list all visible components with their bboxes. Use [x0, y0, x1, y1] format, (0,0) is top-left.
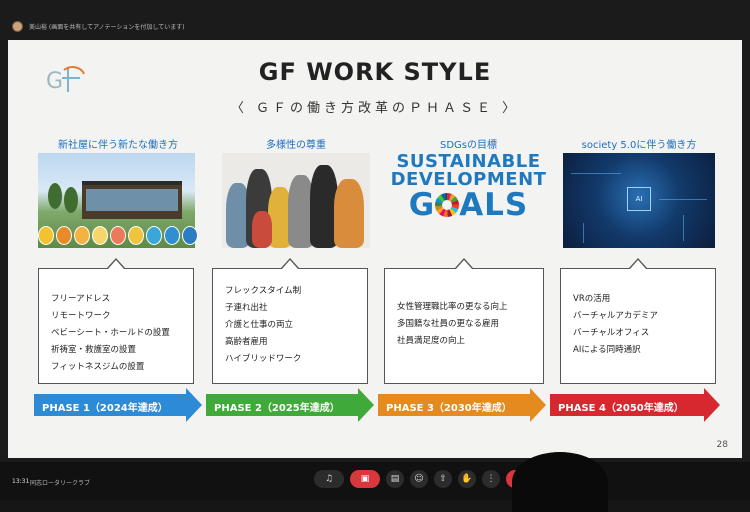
- camera-toggle[interactable]: ▣: [350, 470, 380, 488]
- phase-2-tip: [358, 388, 374, 422]
- sdgs-logo: SUSTAINABLE DEVELOPMENT G ALS: [386, 153, 551, 248]
- slide-title: GF WORK STYLE: [258, 58, 492, 86]
- slide-subtitle: 〈 ＧＦの働き方改革のＰＨＡＳＥ 〉: [230, 101, 520, 116]
- society5-photo: AI: [563, 153, 715, 248]
- circuit-line: [659, 199, 707, 200]
- list-item: 介護と仕事の両立: [225, 320, 294, 330]
- list-item: フィットネスジムの設置: [51, 362, 145, 372]
- list-item: 子連れ出社: [225, 303, 268, 313]
- clock: 13:31: [12, 478, 30, 485]
- list-item: 社員満足度の向上: [397, 336, 466, 346]
- emoji-icon: ☺: [414, 474, 424, 484]
- column-3-heading: SDGsの目標: [439, 140, 497, 151]
- column-1-heading: 新社屋に伴う新たな働き方: [58, 140, 178, 151]
- list-item: 高齢者雇用: [225, 337, 268, 347]
- mic-toggle[interactable]: ♫: [314, 470, 344, 488]
- column-2-heading-wrap: 多様性の尊重: [222, 136, 370, 151]
- list-item: ハイブリッドワーク: [225, 354, 302, 364]
- facility-icons: [38, 226, 198, 248]
- tree-shape: [64, 187, 78, 213]
- child-figure: [252, 211, 272, 248]
- column-4-heading: society 5.0に伴う働き方: [581, 140, 697, 151]
- column-4-heading-wrap: society 5.0に伴う働き方: [563, 136, 715, 151]
- facility-icon: [110, 226, 126, 245]
- phase-1-tip: [186, 388, 202, 422]
- list-item: フリーアドレス: [51, 294, 111, 304]
- facility-icon: [38, 226, 54, 245]
- phase-4-arrow: PHASE 4（2050年達成）: [550, 388, 720, 422]
- diverse-people-photo: [222, 153, 370, 248]
- presenter-caption: 美山裕 (画面を共有してアノテーションを付加しています): [29, 23, 185, 31]
- circuit-line: [571, 173, 621, 174]
- shared-slide: G GF WORK STYLE 〈 ＧＦの働き方改革のＰＨＡＳＥ 〉 新社屋に伴…: [8, 40, 742, 458]
- phase-3-arrow: PHASE 3（2030年達成）: [378, 388, 546, 422]
- more-options-button[interactable]: ⋮: [482, 470, 500, 488]
- more-icon: ⋮: [486, 474, 496, 484]
- tree-shape: [48, 183, 62, 209]
- list-item: バーチャルアカデミア: [573, 311, 658, 321]
- list-item: フレックスタイム制: [225, 286, 302, 296]
- column-2-list: フレックスタイム制 子連れ出社 介護と仕事の両立 高齢者雇用 ハイブリッドワーク: [225, 283, 301, 368]
- share-icon: ⇧: [439, 474, 447, 484]
- page-number: 28: [716, 440, 728, 450]
- mic-icon: ♫: [324, 474, 334, 484]
- circuit-line: [683, 215, 684, 241]
- phase-3-tip: [530, 388, 546, 422]
- captions-icon: ▤: [390, 474, 400, 484]
- phase-2-arrow: PHASE 2（2025年達成）: [206, 388, 374, 422]
- hand-icon: ✋: [461, 474, 473, 484]
- phase-3-label: PHASE 3（2030年達成）: [386, 403, 512, 414]
- column-1-heading-wrap: 新社屋に伴う新たな働き方: [38, 136, 198, 151]
- facility-icon: [182, 226, 198, 245]
- sdgs-line-3: G ALS: [386, 189, 551, 222]
- captions-button[interactable]: ▤: [386, 470, 404, 488]
- column-4-box: VRの活用 バーチャルアカデミア バーチャルオフィス AIによる同時通訳: [560, 258, 716, 384]
- facility-icon: [56, 226, 72, 245]
- presenter-avatar-icon: [12, 20, 23, 32]
- column-1-box: フリーアドレス リモートワーク ベビーシート・ホールドの設置 祈祷室・救護室の設…: [38, 258, 194, 384]
- ai-chip: AI: [627, 187, 651, 211]
- presenter-bar: 美山裕 (画面を共有してアノテーションを付加しています): [12, 18, 185, 34]
- sdgs-goals-rest: ALS: [459, 187, 529, 223]
- meeting-name: 同志ロータリークラブ: [30, 480, 91, 487]
- list-item: VRの活用: [573, 294, 611, 304]
- phase-2-label: PHASE 2（2025年達成）: [214, 403, 340, 414]
- list-item: 女性管理職比率の更なる向上: [397, 302, 508, 312]
- facility-icon: [92, 226, 108, 245]
- column-1-list: フリーアドレス リモートワーク ベビーシート・ホールドの設置 祈祷室・救護室の設…: [51, 291, 170, 376]
- column-3-box: 女性管理職比率の更なる向上 多国籍な社員の更なる雇用 社員満足度の向上: [384, 258, 544, 384]
- share-button[interactable]: ⇧: [434, 470, 452, 488]
- facility-icon: [164, 226, 180, 245]
- raise-hand-button[interactable]: ✋: [458, 470, 476, 488]
- person-figure: [334, 179, 364, 248]
- phase-4-tip: [704, 388, 720, 422]
- column-4-list: VRの活用 バーチャルアカデミア バーチャルオフィス AIによる同時通訳: [573, 291, 658, 359]
- meeting-toolbar: 13:31 同志ロータリークラブ ♫ ▣ ▤ ☺ ⇧ ✋ ⋮ ☎: [0, 462, 750, 500]
- list-item: ベビーシート・ホールドの設置: [51, 328, 170, 338]
- camera-icon: ▣: [360, 474, 370, 484]
- column-3-list: 女性管理職比率の更なる向上 多国籍な社員の更なる雇用 社員満足度の向上: [397, 299, 508, 350]
- sdgs-wheel-icon: [435, 193, 460, 217]
- emoji-button[interactable]: ☺: [410, 470, 428, 488]
- phase-1-label: PHASE 1（2024年達成）: [42, 403, 168, 414]
- list-item: リモートワーク: [51, 311, 111, 321]
- facility-icon: [74, 226, 90, 245]
- list-item: 祈祷室・救護室の設置: [51, 345, 137, 355]
- facility-icon: [128, 226, 144, 245]
- phase-4-label: PHASE 4（2050年達成）: [558, 403, 684, 414]
- viewer-head-silhouette: [512, 452, 608, 512]
- column-2-box: フレックスタイム制 子連れ出社 介護と仕事の両立 高齢者雇用 ハイブリッドワーク: [212, 258, 368, 384]
- phase-1-arrow: PHASE 1（2024年達成）: [34, 388, 202, 422]
- building-glass: [86, 189, 178, 211]
- list-item: バーチャルオフィス: [573, 328, 650, 338]
- circuit-line: [583, 223, 584, 243]
- facility-icon: [146, 226, 162, 245]
- list-item: AIによる同時通訳: [573, 345, 641, 355]
- column-3-heading-wrap: SDGsの目標: [386, 136, 551, 151]
- column-2-heading: 多様性の尊重: [266, 140, 326, 151]
- list-item: 多国籍な社員の更なる雇用: [397, 319, 500, 329]
- sdgs-goals-g: G: [408, 187, 436, 223]
